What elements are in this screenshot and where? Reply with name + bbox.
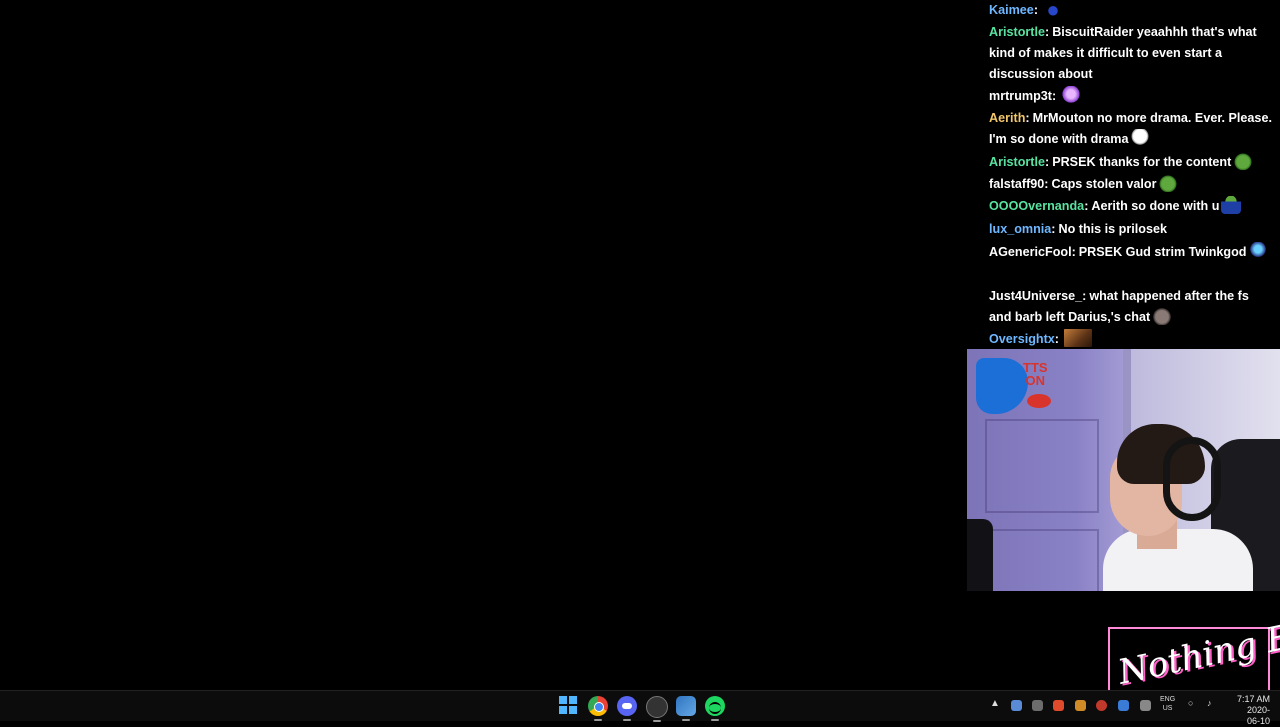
chat-separator: : [1025,111,1030,125]
chat-message: Oversightx: [986,329,1273,350]
chat-username[interactable]: OOOOvernanda [989,199,1084,213]
chat-text: Aerith so done with u [1091,199,1220,213]
chat-text: No this is prilosek [1058,222,1167,236]
pepe-emote-icon [1233,152,1254,170]
chat-username[interactable]: falstaff90 [989,177,1044,191]
virtualbox-icon[interactable] [676,696,696,721]
tray-app-icon[interactable] [1011,700,1022,711]
small-blue-emote-icon [1043,0,1064,18]
spotify-icon[interactable] [705,696,725,721]
chat-message: Just4Universe_: what happened after the f… [986,286,1273,328]
chat-text: PRSEK Gud strim Twinkgod [1078,245,1247,259]
chat-text: Caps stolen valor [1051,177,1157,191]
pepe-emote-icon [1158,174,1179,192]
chat-separator: : [1044,155,1050,169]
taskbar: ▲ ENG US ○ ♪ 7:17 AM 2020-06-10 [0,690,1280,726]
door-panel [985,419,1099,513]
language-indicator[interactable]: ENG US [1160,695,1175,713]
obs-icon[interactable] [646,696,668,722]
sprite-emote-icon [1248,242,1269,260]
chat-separator: : [1082,289,1087,303]
system-clock[interactable]: 7:17 AM 2020-06-10 [1236,694,1270,727]
tray-app-icon[interactable] [1075,700,1086,711]
tray-app-icon[interactable] [1140,700,1151,711]
chat-text: PRSEK thanks for the content [1052,155,1232,169]
chat-message: mrtrump3t: [986,86,1273,107]
clock-time: 7:17 AM [1236,694,1270,704]
clock-date: 2020-06-10 [1246,705,1270,726]
tray-overflow-icon[interactable]: ▲ [990,698,1000,709]
chat-separator: : [1051,89,1057,103]
chat-separator: : [1084,199,1089,213]
network-icon[interactable]: ○ [1188,698,1193,708]
tray-app-icon[interactable] [1096,700,1107,711]
chat-separator: : [1044,177,1049,191]
photo-emote-icon [1064,329,1092,347]
chat-message: Kaimee: [986,0,1273,21]
brave-tray-icon[interactable] [1053,700,1064,711]
webcam-feed: T TTS ON [967,349,1280,591]
chat-message: Aristortle: PRSEK thanks for the content [986,152,1273,173]
chat-separator: : [1044,25,1050,39]
tts-mascot-icon [976,358,1028,414]
language-line1: ENG [1160,696,1176,703]
chat-separator: : [1051,222,1056,236]
chat-username[interactable]: Aristortle [989,25,1045,39]
chat-username[interactable]: AGenericFool [989,245,1072,259]
chat-separator: : [1054,332,1059,346]
chat-username[interactable]: mrtrump3t [989,89,1052,103]
chat-username[interactable]: Aristortle [989,155,1045,169]
door-panel [985,529,1099,591]
volume-icon[interactable]: ♪ [1207,698,1212,708]
tts-label-line2: ON [1025,373,1046,388]
headphones [1163,437,1221,521]
streamer-shirt [1103,529,1253,591]
tray-app-icon[interactable] [1118,700,1129,711]
rock-emote-icon [1152,307,1173,325]
chat-separator: : [1033,3,1039,17]
chat-username[interactable]: Just4Universe_ [989,289,1082,303]
chat-message: lux_omnia: No this is prilosek [986,219,1273,240]
chrome-icon[interactable] [588,696,608,721]
chat-message: OOOOvernanda: Aerith so done with u [986,196,1273,217]
chat-username[interactable]: Kaimee [989,3,1034,17]
chat-username[interactable]: lux_omnia [989,222,1051,236]
chat-separator: : [1071,245,1076,259]
chat-username[interactable]: Aerith [989,111,1025,125]
steam-tray-icon[interactable] [1032,700,1043,711]
language-line2: US [1162,705,1173,712]
chat-message: falstaff90: Caps stolen valor [986,174,1273,195]
ghost-emote-icon [1130,129,1151,147]
chat-username[interactable]: Oversightx [989,332,1055,346]
start-button[interactable] [559,696,579,716]
chat-message: AGenericFool: PRSEK Gud strim Twinkgod [986,242,1273,263]
tts-label: TTS ON [1023,361,1048,387]
tts-indicator-icon [1027,394,1051,408]
purple-emote-icon [1061,86,1082,104]
chat-message: Aerith: MrMouton no more drama. Ever. Ple… [986,108,1273,150]
microphone [967,519,993,591]
chat-message: Aristortle: BiscuitRaider yeaahhh that's … [986,22,1273,85]
pepe-hug-emote-icon [1221,196,1242,214]
discord-icon[interactable] [617,696,637,721]
